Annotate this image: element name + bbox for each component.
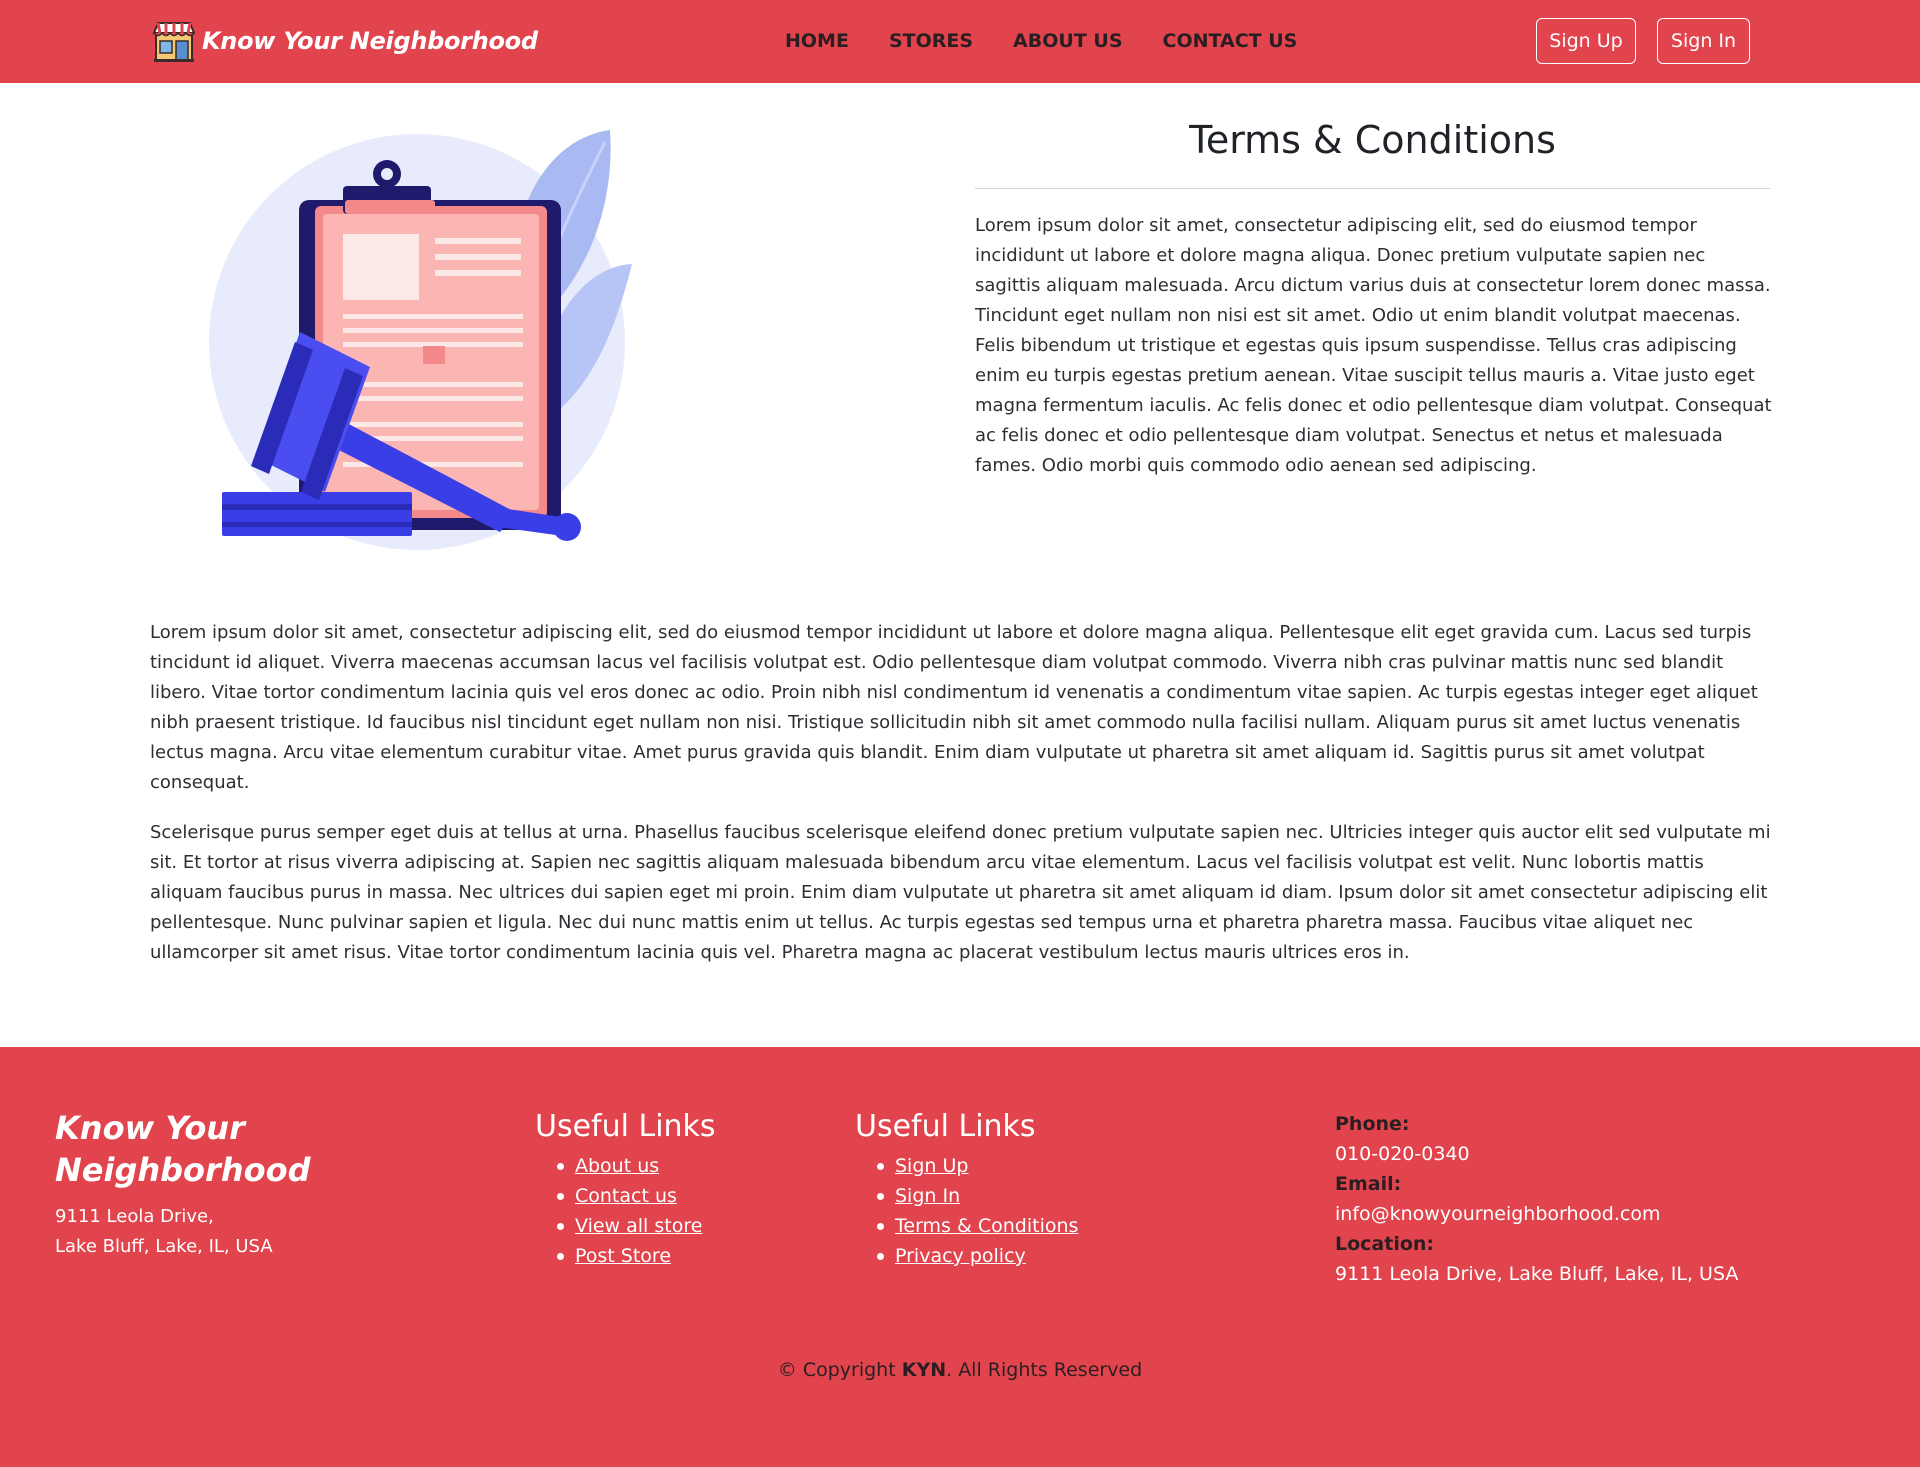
footer-links-column-1: Useful Links About us Contact us View al… xyxy=(535,1107,716,1271)
clipboard-gavel-illustration xyxy=(209,130,632,550)
footer-address-line1: 9111 Leola Drive, xyxy=(55,1206,214,1227)
phone-value: 010-020-0340 xyxy=(1335,1143,1470,1165)
nav-stores[interactable]: STORES xyxy=(889,30,973,52)
footer-link-privacy-policy[interactable]: Privacy policy xyxy=(895,1245,1026,1267)
nav-home[interactable]: HOME xyxy=(785,30,849,52)
footer-link-view-all-store[interactable]: View all store xyxy=(575,1215,702,1237)
storefront-icon xyxy=(152,22,196,62)
intro-paragraph: Lorem ipsum dolor sit amet, consectetur … xyxy=(975,215,1772,476)
nav-contact-us[interactable]: CONTACT US xyxy=(1163,30,1298,52)
sign-in-button[interactable]: Sign In xyxy=(1657,18,1750,64)
navbar: Know Your Neighborhood HOME STORES ABOUT… xyxy=(0,0,1920,83)
footer-links-column-2: Useful Links Sign Up Sign In Terms & Con… xyxy=(855,1107,1078,1271)
footer-link-contact-us[interactable]: Contact us xyxy=(575,1185,677,1207)
copyright-brand: KYN xyxy=(901,1359,947,1381)
copyright-suffix: . All Rights Reserved xyxy=(946,1359,1143,1381)
body-paragraph-1: Lorem ipsum dolor sit amet, consectetur … xyxy=(150,622,1758,793)
location-label: Location: xyxy=(1335,1233,1435,1255)
footer-links-heading-2: Useful Links xyxy=(855,1109,1036,1144)
body-paragraph-2: Scelerisque purus semper eget duis at te… xyxy=(150,822,1771,963)
footer-address-line2: Lake Bluff, Lake, IL, USA xyxy=(55,1236,273,1257)
footer-links-heading-1: Useful Links xyxy=(535,1109,716,1144)
footer-link-about-us[interactable]: About us xyxy=(575,1155,659,1177)
footer-link-terms-conditions[interactable]: Terms & Conditions xyxy=(895,1215,1078,1237)
footer-address: 9111 Leola Drive, Lake Bluff, Lake, IL, … xyxy=(55,1202,273,1262)
footer-contact: Phone: 010-020-0340 Email: info@knowyour… xyxy=(1335,1109,1738,1289)
footer-link-post-store[interactable]: Post Store xyxy=(575,1245,671,1267)
sign-up-button[interactable]: Sign Up xyxy=(1536,18,1636,64)
email-value: info@knowyourneighborhood.com xyxy=(1335,1203,1661,1225)
main-nav: HOME STORES ABOUT US CONTACT US xyxy=(785,30,1337,52)
title-divider xyxy=(975,188,1770,189)
copyright-prefix: © Copyright xyxy=(777,1359,902,1381)
footer-link-sign-up[interactable]: Sign Up xyxy=(895,1155,968,1177)
brand-link[interactable]: Know Your Neighborhood xyxy=(150,16,538,66)
location-value: 9111 Leola Drive, Lake Bluff, Lake, IL, … xyxy=(1335,1263,1739,1285)
footer-link-sign-in[interactable]: Sign In xyxy=(895,1185,960,1207)
footer-brand: Know Your Neighborhood xyxy=(55,1109,311,1189)
brand-name: Know Your Neighborhood xyxy=(202,27,538,55)
phone-label: Phone: xyxy=(1335,1113,1410,1135)
page-title: Terms & Conditions xyxy=(1189,118,1556,162)
nav-about-us[interactable]: ABOUT US xyxy=(1013,30,1122,52)
email-label: Email: xyxy=(1335,1173,1402,1195)
copyright: © Copyright KYN. All Rights Reserved xyxy=(0,1359,1920,1381)
footer: Know Your Neighborhood 9111 Leola Drive,… xyxy=(0,1047,1920,1467)
